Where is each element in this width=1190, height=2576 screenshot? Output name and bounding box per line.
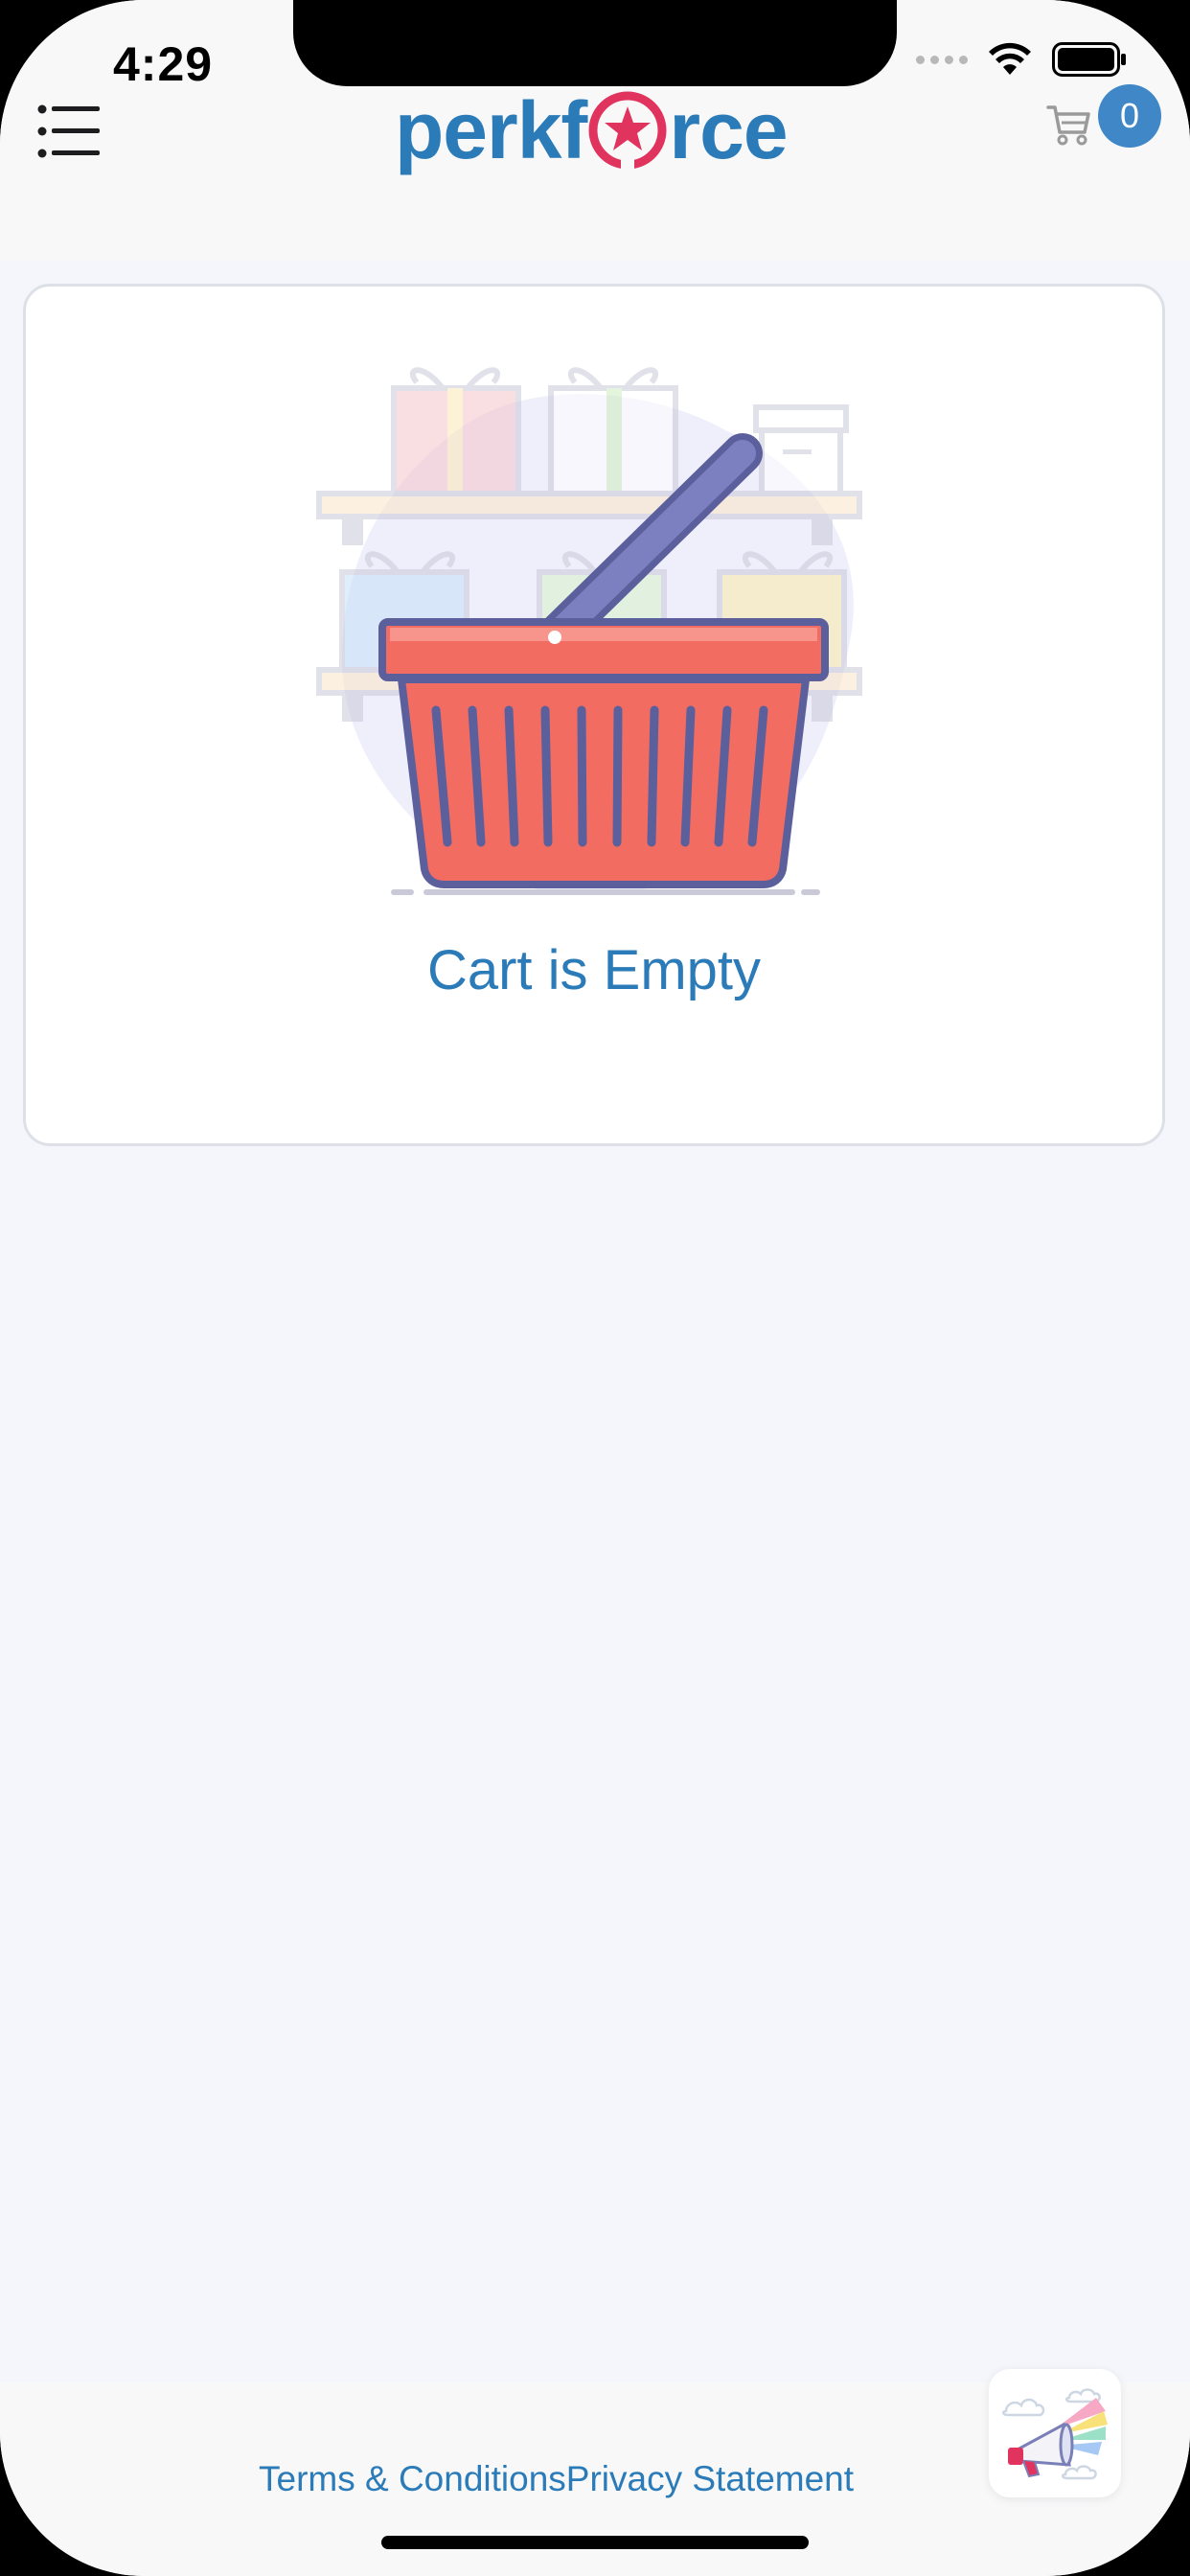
- empty-cart-message: Cart is Empty: [426, 939, 762, 1001]
- battery-icon: [1052, 42, 1126, 77]
- logo-text-prefix: perkf: [395, 85, 587, 175]
- status-time: 4:29: [113, 37, 214, 91]
- megaphone-icon: [1002, 2388, 1108, 2480]
- privacy-link[interactable]: Privacy Statement: [566, 2459, 854, 2499]
- perkforce-logo: perkf rce: [395, 82, 797, 178]
- status-icons: [916, 42, 1127, 77]
- logo-star-icon: [588, 91, 667, 170]
- device-notch: [293, 0, 897, 86]
- cart-count-badge[interactable]: 0: [1098, 84, 1161, 148]
- cart-screen: 4:29 perkf rce 0 Cart is Empty Terms & C…: [0, 0, 1190, 2576]
- empty-cart-card: Cart is Empty: [23, 284, 1165, 1146]
- app-header: 4:29 perkf rce 0: [0, 0, 1190, 261]
- list-icon: [37, 104, 100, 158]
- wifi-icon: [989, 42, 1031, 75]
- terms-link[interactable]: Terms & Conditions: [259, 2459, 566, 2499]
- home-indicator[interactable]: [381, 2536, 809, 2549]
- cart-button[interactable]: [1046, 102, 1092, 148]
- menu-button[interactable]: [36, 102, 102, 161]
- announcements-button[interactable]: [989, 2369, 1121, 2497]
- footer-links: Terms & Conditions Privacy Statement: [259, 2459, 854, 2499]
- cart-icon: [1046, 105, 1090, 146]
- empty-basket-illustration: [316, 367, 862, 895]
- cellular-signal-icon: [916, 55, 968, 64]
- logo-text-suffix: rce: [669, 85, 788, 175]
